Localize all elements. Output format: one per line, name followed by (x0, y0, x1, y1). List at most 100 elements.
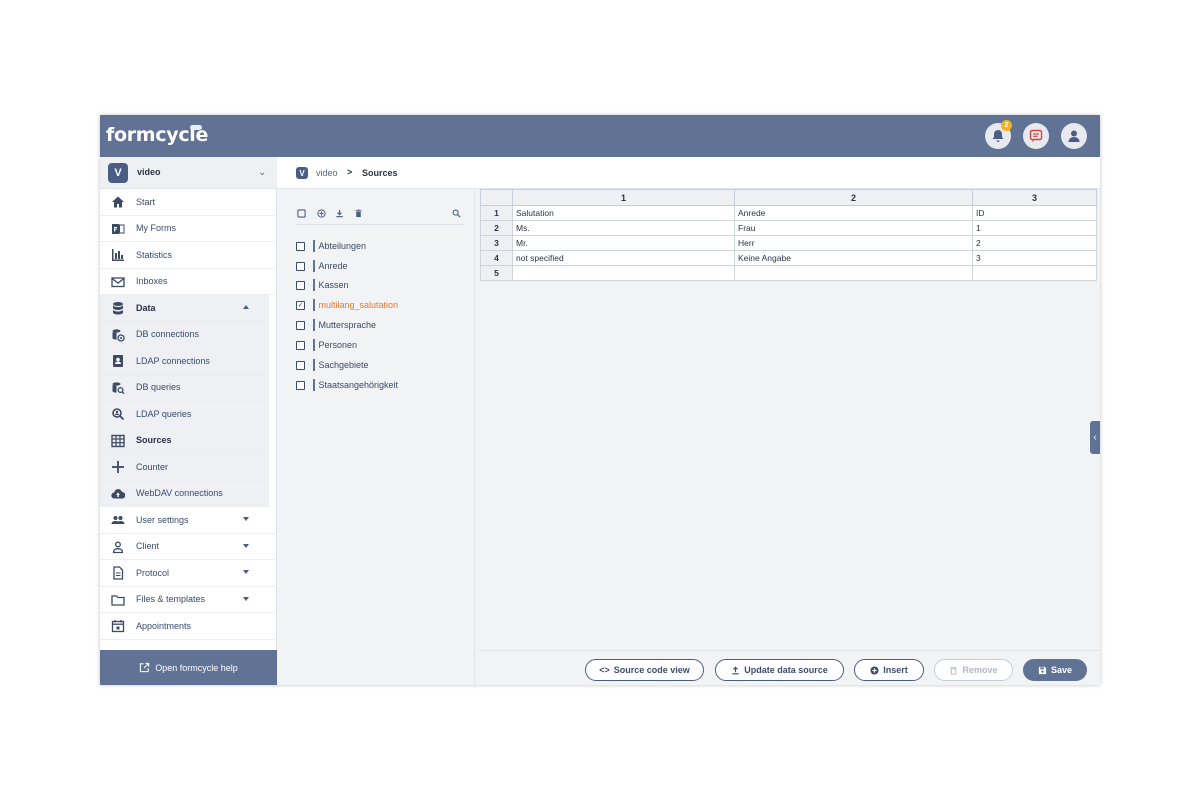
table-corner (480, 189, 513, 206)
sidebar-item-inboxes[interactable]: Inboxes (100, 269, 277, 295)
contact-card-icon (110, 354, 125, 368)
table-cell[interactable] (734, 265, 973, 281)
table-cell[interactable]: Ms. (512, 220, 735, 236)
column-header[interactable]: 2 (734, 189, 973, 206)
folder-icon (110, 593, 125, 607)
upload-icon (732, 666, 739, 674)
open-help-button[interactable]: Open formcycle help (100, 650, 277, 685)
source-marker (313, 359, 315, 371)
sidebar-item-counter[interactable]: Counter (100, 454, 269, 481)
table-cell[interactable]: 2 (972, 235, 1097, 251)
save-button[interactable]: Save (1023, 659, 1087, 681)
button-label: Remove (962, 665, 998, 675)
user-menu-button[interactable] (1061, 123, 1087, 149)
row-header[interactable]: 2 (480, 220, 513, 236)
sidebar-item-client[interactable]: Client (100, 534, 277, 560)
sidebar-item-label: Appointments (136, 620, 192, 631)
table-cell[interactable]: Anrede (734, 205, 973, 221)
source-item[interactable]: Personen (296, 338, 357, 352)
table-cell[interactable]: 1 (972, 220, 1097, 236)
table-cell[interactable]: Frau (734, 220, 973, 236)
cloud-upload-icon (110, 487, 125, 501)
sidebar-item-files-templates[interactable]: Files & templates (100, 587, 277, 613)
source-checkbox[interactable] (296, 241, 305, 251)
source-checkbox[interactable] (296, 261, 305, 271)
add-source-button[interactable] (316, 208, 326, 218)
table-cell[interactable]: Mr. (512, 235, 735, 251)
source-checkbox[interactable] (296, 360, 305, 370)
table-cell[interactable] (512, 265, 735, 281)
source-item[interactable]: Abteilungen (296, 239, 366, 253)
collapse-panel-button[interactable]: ‹ (1090, 421, 1100, 454)
source-checkbox[interactable] (296, 280, 305, 290)
button-label: Source code view (613, 665, 690, 675)
sidebar-item-user-settings[interactable]: User settings (100, 507, 277, 534)
sidebar-item-db-connections[interactable]: DB connections (100, 321, 269, 348)
chat-icon (1029, 129, 1043, 143)
sidebar-item-label: User settings (136, 514, 189, 525)
sidebar-item-webdav[interactable]: WebDAV connections (100, 480, 269, 507)
table-row: 2 Ms. Frau 1 (480, 220, 1097, 236)
delete-source-button[interactable] (353, 208, 363, 218)
action-bar: <> Source code view Update data source I… (479, 650, 1100, 685)
table-cell[interactable]: Salutation (512, 205, 735, 221)
sidebar-item-ldap-queries[interactable]: LDAP queries (100, 401, 269, 428)
sidebar-item-my-forms[interactable]: F My Forms (100, 216, 277, 242)
source-code-view-button[interactable]: <> Source code view (585, 659, 704, 681)
logo-version-badge (190, 125, 202, 130)
table-cell[interactable]: Keine Angabe (734, 250, 973, 266)
download-source-button[interactable] (334, 208, 344, 218)
db-connection-icon (110, 328, 125, 342)
source-checkbox[interactable] (296, 380, 305, 390)
row-header[interactable]: 1 (480, 205, 513, 221)
table-cell[interactable] (972, 265, 1097, 281)
sidebar-item-statistics[interactable]: Statistics (100, 242, 277, 269)
source-item[interactable]: Staatsangehörigkeit (296, 378, 398, 392)
row-header[interactable]: 5 (480, 265, 513, 281)
sidebar-item-ldap-connections[interactable]: LDAP connections (100, 348, 269, 375)
chevron-down-icon (243, 570, 249, 574)
sidebar-item-label: Counter (136, 461, 169, 472)
notification-button[interactable]: 2 (985, 120, 1012, 149)
source-name: Personen (318, 340, 358, 350)
source-checkbox-checked[interactable]: ✓ (296, 300, 305, 310)
row-header[interactable]: 3 (480, 235, 513, 251)
table-cell[interactable]: not specified (512, 250, 735, 266)
table-cell[interactable]: Herr (734, 235, 973, 251)
table-cell[interactable]: ID (972, 205, 1097, 221)
project-name: video (137, 167, 161, 177)
remove-button[interactable]: Remove (934, 659, 1013, 681)
sidebar-item-protocol[interactable]: Protocol (100, 560, 277, 587)
source-item[interactable]: Kassen (296, 278, 349, 292)
insert-button[interactable]: Insert (854, 659, 924, 681)
chat-button[interactable] (1023, 123, 1049, 149)
sidebar-item-appointments[interactable]: Appointments (100, 613, 277, 640)
source-marker (313, 339, 315, 351)
table-cell[interactable]: 3 (972, 250, 1097, 266)
source-item-selected[interactable]: ✓ multilang_salutation (296, 298, 398, 312)
source-item[interactable]: Muttersprache (296, 318, 376, 332)
sidebar-item-data[interactable]: Data (100, 295, 269, 322)
row-header[interactable]: 4 (480, 250, 513, 266)
source-checkbox[interactable] (296, 320, 305, 330)
column-header[interactable]: 1 (512, 189, 735, 206)
sidebar-item-label: DB queries (136, 382, 181, 393)
add-circle-icon (316, 208, 326, 218)
project-selector[interactable]: V video ⌄ (100, 157, 277, 189)
search-sources-button[interactable] (451, 208, 461, 218)
forms-icon: F (110, 222, 125, 236)
sidebar-item-start[interactable]: Start (100, 189, 277, 216)
notification-count-badge: 2 (1001, 120, 1012, 131)
source-checkbox[interactable] (296, 340, 305, 350)
mail-icon (110, 275, 125, 289)
sidebar-item-db-queries[interactable]: DB queries (100, 374, 269, 401)
select-all-button[interactable] (296, 208, 306, 218)
app-window: formcycle 2 V video ⌄ Start F My Forms S… (100, 115, 1100, 685)
source-item[interactable]: Anrede (296, 259, 348, 273)
column-header[interactable]: 3 (972, 189, 1097, 206)
users-icon (110, 513, 125, 527)
source-item[interactable]: Sachgebiete (296, 358, 369, 372)
sidebar-item-sources[interactable]: Sources (100, 427, 269, 454)
update-data-source-button[interactable]: Update data source (715, 659, 844, 681)
breadcrumb-project[interactable]: video (316, 168, 338, 178)
